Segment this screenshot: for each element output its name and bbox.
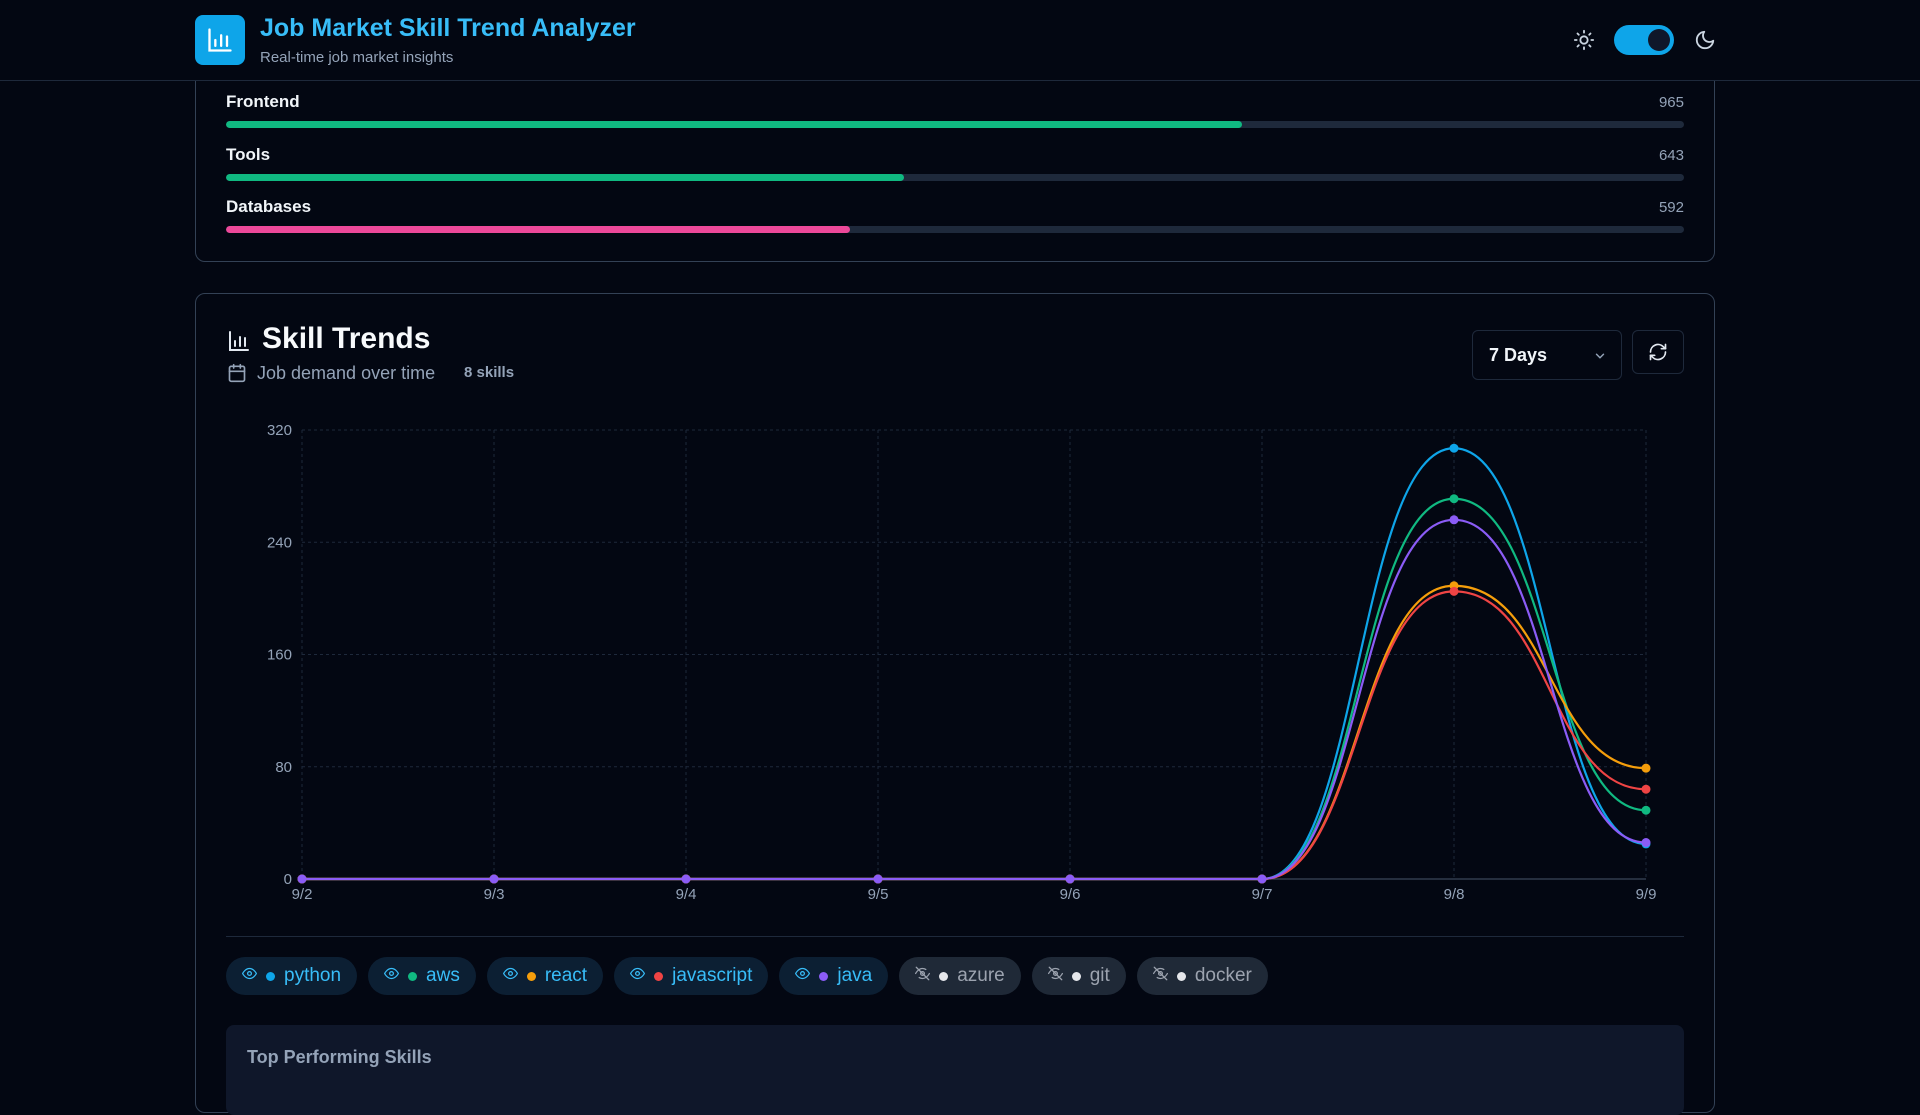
top-performing-skills-panel: Top Performing Skills — [226, 1025, 1684, 1115]
skill-color-dot — [819, 971, 829, 981]
data-point-java — [1065, 874, 1075, 884]
scrollbar[interactable] — [1912, 0, 1920, 1080]
x-tick-label: 9/3 — [484, 886, 505, 903]
moon-icon — [1695, 30, 1715, 50]
x-tick-label: 9/7 — [1252, 886, 1273, 903]
y-tick-label: 80 — [275, 759, 292, 776]
skill-color-dot — [1071, 971, 1081, 981]
x-tick-label: 9/6 — [1060, 886, 1081, 903]
category-value: 592 — [1658, 199, 1684, 216]
eye-icon — [795, 965, 811, 987]
app-logo — [195, 15, 245, 65]
data-point-java — [489, 874, 499, 884]
series-line-react — [302, 584, 1647, 881]
theme-toggle[interactable] — [1614, 25, 1674, 55]
data-point-java — [1449, 515, 1459, 525]
data-point-javascript — [1641, 784, 1651, 794]
x-tick-label: 9/9 — [1636, 886, 1657, 903]
series-line-python — [302, 447, 1647, 881]
eye-icon — [241, 965, 258, 987]
skill-chip-label: docker — [1194, 965, 1252, 986]
skill-chip-label: aws — [426, 965, 460, 986]
skill-chip-label: azure — [957, 965, 1005, 986]
series-line-javascript — [302, 590, 1647, 881]
skill-chip-label: git — [1089, 965, 1110, 986]
skill-chip-react[interactable]: react — [486, 957, 604, 995]
x-tick-label: 9/2 — [292, 886, 313, 903]
y-tick-label: 160 — [267, 647, 292, 664]
category-value: 965 — [1658, 94, 1684, 111]
data-point-java — [873, 874, 883, 884]
skill-chip-azure[interactable]: azure — [899, 957, 1021, 995]
skill-trends-card: Skill Trends Job demand over time 8 skil… — [195, 293, 1715, 1115]
data-point-java — [297, 874, 307, 884]
top-bar: Job Market Skill Trend Analyzer Real-tim… — [0, 0, 1920, 81]
eye-off-icon — [1152, 965, 1168, 987]
eye-off-icon — [915, 965, 931, 987]
x-tick-label: 9/4 — [676, 886, 697, 903]
app-subtitle: Real-time job market insights — [260, 49, 454, 66]
eye-icon — [502, 965, 518, 987]
skill-chip-label: python — [284, 965, 342, 986]
sun-icon — [1573, 29, 1595, 51]
skill-filter-chips: python aws react javascript java azure g… — [226, 957, 1268, 995]
bar-chart-icon — [208, 28, 232, 52]
y-tick-label: 320 — [267, 422, 292, 439]
category-bar-fill — [226, 226, 851, 233]
skill-chip-python[interactable]: python — [226, 957, 358, 995]
x-tick-label: 9/8 — [1444, 886, 1465, 903]
data-point-aws — [1449, 494, 1459, 504]
x-tick-label: 9/5 — [868, 886, 889, 903]
category-name: Frontend — [226, 92, 300, 111]
category-bar-track — [226, 226, 1684, 233]
skill-chip-java[interactable]: java — [779, 957, 889, 995]
app-title: Job Market Skill Trend Analyzer — [260, 14, 636, 42]
skill-color-dot — [939, 971, 949, 981]
skill-color-dot — [654, 971, 664, 981]
data-point-react — [1641, 763, 1651, 773]
skill-chip-aws[interactable]: aws — [368, 957, 476, 995]
skill-chip-git[interactable]: git — [1031, 957, 1126, 995]
toggle-knob — [1648, 29, 1670, 51]
skill-chip-label: javascript — [672, 965, 753, 986]
series-line-java — [302, 518, 1647, 881]
category-bar-fill — [226, 174, 904, 181]
skill-color-dot — [526, 971, 536, 981]
eye-off-icon — [1047, 965, 1063, 987]
skill-chip-label: java — [837, 965, 873, 986]
y-tick-label: 240 — [267, 534, 292, 551]
data-point-javascript — [1449, 586, 1459, 596]
divider — [226, 936, 1684, 937]
category-name: Databases — [226, 197, 312, 216]
skill-chip-docker[interactable]: docker — [1136, 957, 1268, 995]
category-bar-fill — [226, 121, 1243, 128]
skill-chip-javascript[interactable]: javascript — [614, 957, 769, 995]
data-point-python — [1449, 443, 1459, 453]
category-bar-track — [226, 174, 1684, 181]
skill-color-dot — [266, 971, 275, 981]
eye-icon — [383, 965, 400, 987]
series-line-aws — [302, 497, 1647, 881]
category-bar-track — [226, 121, 1684, 128]
data-point-aws — [1641, 805, 1651, 815]
eye-icon — [630, 965, 646, 987]
data-point-java — [681, 874, 691, 884]
skill-chip-label: react — [544, 965, 588, 986]
skill-color-dot — [1176, 971, 1186, 981]
panel-title: Top Performing Skills — [247, 1047, 432, 1067]
category-name: Tools — [226, 145, 271, 164]
skill-trends-chart: 0801602403209/2 9/3 9/4 9/5 9/6 9/7 9/8 9/9 — [267, 422, 1657, 903]
category-value: 643 — [1658, 147, 1684, 164]
skill-color-dot — [408, 971, 418, 981]
data-point-java — [1257, 874, 1267, 884]
data-point-java — [1641, 838, 1651, 848]
